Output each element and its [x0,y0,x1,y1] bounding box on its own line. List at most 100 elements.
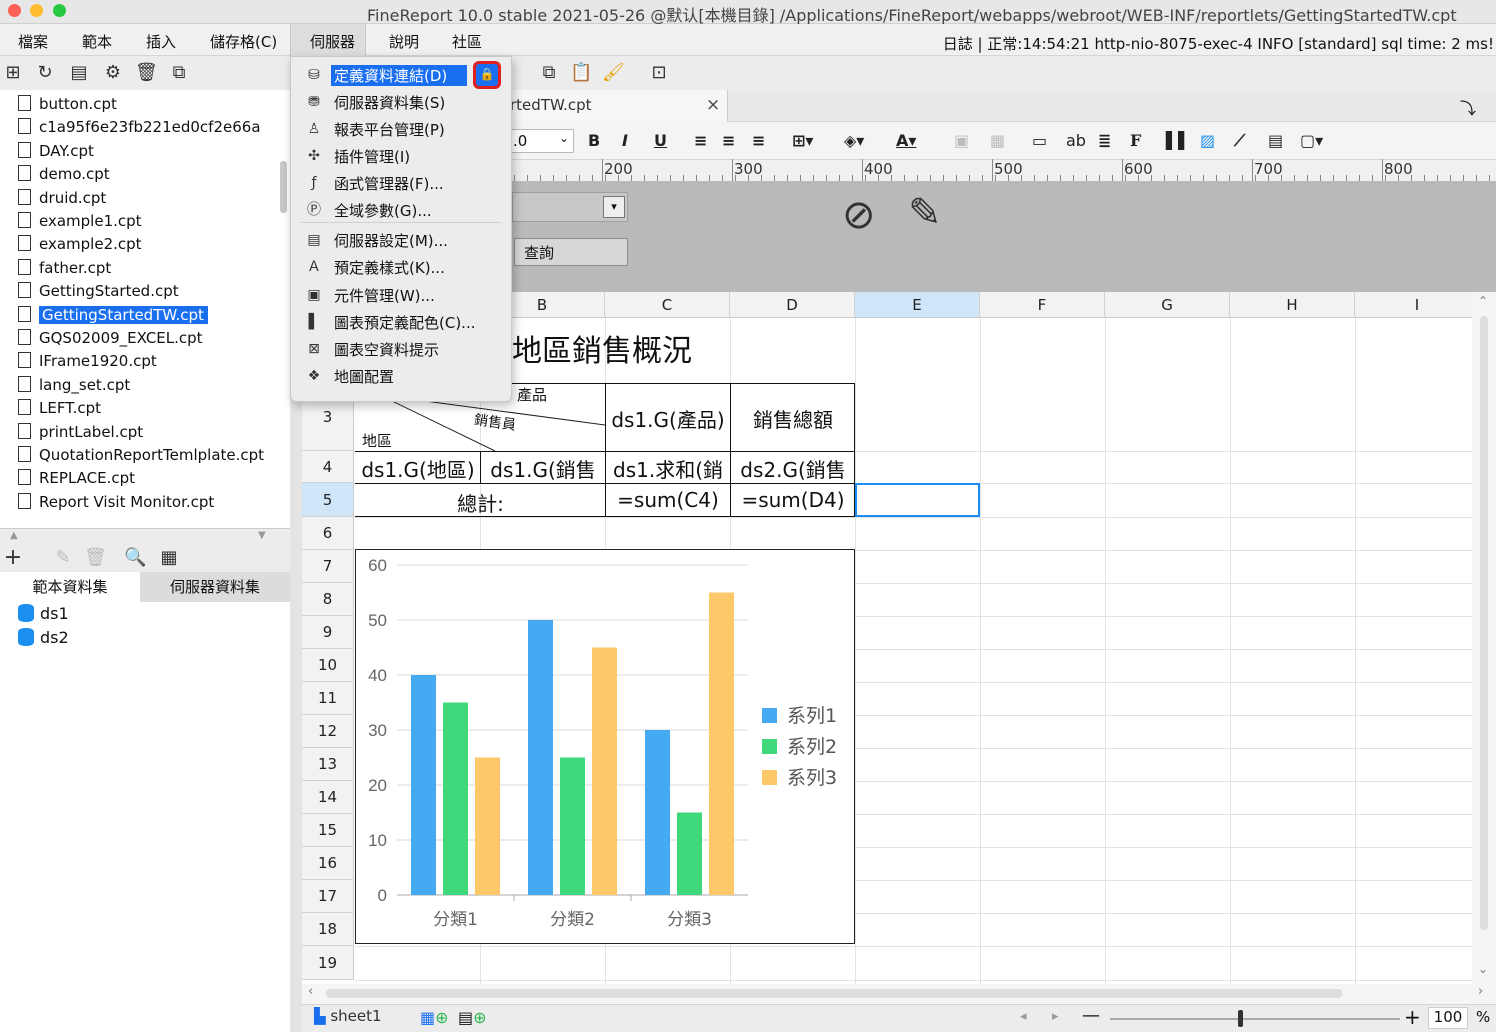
vertical-scrollbar[interactable]: ⌃ ⌄ [1472,292,1496,984]
selected-cell-e5[interactable] [855,483,980,517]
file-item[interactable]: printLabel.cpt [18,422,143,446]
zoom-in-icon[interactable]: + [1404,1005,1421,1029]
row-header[interactable]: 7 [302,550,354,583]
scroll-left-icon[interactable]: ‹ [308,984,313,999]
file-item[interactable]: druid.cpt [18,188,106,212]
parameter-combo[interactable]: ▾ [512,192,628,222]
font-color-icon[interactable]: A▾ [896,131,916,150]
align-left-icon[interactable]: ≡ [694,131,707,150]
file-item[interactable]: GQS02009_EXCEL.cpt [18,329,203,352]
cell-d4[interactable]: ds2.G(銷售 [731,454,855,482]
server-menu-item[interactable]: ⊠ 圖表空資料提示 [301,337,509,361]
row-header[interactable]: 9 [302,616,354,649]
dataset-item[interactable]: ds1 [18,604,69,623]
server-menu-item[interactable]: ƒ 函式管理器(F)... [301,171,509,195]
file-item[interactable]: c1a95f6e23fb221ed0cf2e66a [18,118,261,141]
scroll-down-icon[interactable]: ⌄ [1478,962,1488,976]
row-header[interactable]: 16 [302,847,354,880]
add-polysheet-icon[interactable]: ▤⊕ [458,1008,487,1027]
formula-icon[interactable]: F [1130,131,1141,150]
chart-icon[interactable]: ▌▌ [1166,131,1191,150]
report-title[interactable]: 地區銷售概況 [512,326,712,370]
bar[interactable] [411,675,436,895]
column-header[interactable]: H [1230,292,1355,318]
sheet-tab[interactable]: ▙ sheet1 [314,1007,382,1031]
cell-b4[interactable]: ds1.G(銷售 [481,454,605,482]
close-tab-icon[interactable]: × [706,95,720,115]
add-sheet-icon[interactable]: ▦⊕ [420,1008,449,1027]
server-menu-item[interactable]: Ａ 預定義樣式(K)... [301,255,509,279]
menu-cell[interactable]: 儲存格(C) [210,31,277,52]
bar[interactable] [443,702,468,896]
underline-button[interactable]: U [654,131,667,150]
insert-element-icon[interactable]: ▢▾ [1300,131,1323,150]
file-item[interactable]: DAY.cpt [18,141,94,165]
minimize-window-button[interactable] [30,4,43,17]
column-header[interactable]: G [1105,292,1230,318]
server-menu-item[interactable]: ▤ 伺服器設定(M)... [301,228,509,252]
file-item[interactable]: GettingStartedTW.cpt [18,305,208,329]
zoom-slider[interactable] [1110,1018,1400,1020]
scroll-right-icon[interactable]: › [1478,984,1483,999]
zoom-input[interactable]: 100 [1428,1007,1468,1029]
font-size-select[interactable]: .0 ⌄ [510,129,574,153]
slash-icon[interactable]: ⟋ [1234,131,1245,151]
cell-c4[interactable]: ds1.求和(銷 [606,454,730,482]
text-icon[interactable]: ab [1066,131,1086,150]
cell-c3[interactable]: ds1.G(產品) [606,404,730,432]
hide-eye-icon[interactable]: ⊘ [842,192,876,238]
refresh-icon[interactable]: ↻ [34,62,56,84]
file-item[interactable]: lang_set.cpt [18,375,130,399]
query-button[interactable]: 查詢 [514,238,628,266]
menu-file[interactable]: 檔案 [18,31,48,52]
row-header[interactable]: 14 [302,781,354,814]
new-folder-icon[interactable]: ⊞ [2,62,24,84]
lock-icon[interactable]: 🔒 [473,61,501,89]
bar[interactable] [677,812,702,896]
zoom-out-icon[interactable]: — [1082,1005,1100,1026]
cell-c5[interactable]: =sum(C4) [606,488,730,516]
file-list-scrollbar[interactable] [280,161,287,213]
settings-icon[interactable]: ⚙ [102,62,124,84]
file-item[interactable]: LEFT.cpt [18,399,101,422]
server-menu-item[interactable]: Ⓟ 全域參數(G)... [301,198,509,222]
row-header[interactable]: 10 [302,649,354,682]
legend-label[interactable]: 系列3 [787,767,837,789]
paste-icon[interactable]: 📋 [570,62,592,84]
file-item[interactable]: GettingStarted.cpt [18,282,179,305]
file-item[interactable]: example1.cpt [18,212,142,235]
row-header[interactable]: 17 [302,880,354,913]
pane-splitter[interactable]: ▲ ▼ [0,528,290,544]
vertical-scroll-thumb[interactable] [1480,316,1488,930]
preview-report-icon[interactable]: ⊡ [648,62,670,84]
delete-icon[interactable]: 🗑 [135,62,158,84]
row-header[interactable]: 6 [302,517,354,550]
bar[interactable] [475,757,500,896]
server-menu-item[interactable]: ❖ 地圖配置 [301,364,509,388]
copy-icon[interactable]: ⧉ [538,62,560,84]
column-header[interactable]: C [605,292,730,318]
horizontal-scroll-thumb[interactable] [326,989,1342,998]
unmerge-cells-icon[interactable]: ▦ [990,131,1005,150]
row-header[interactable]: 5 [302,483,354,517]
column-header[interactable]: I [1355,292,1472,318]
format-painter-icon[interactable]: 🖌 [602,62,625,84]
menu-community[interactable]: 社區 [452,31,482,52]
tab-server-dataset[interactable]: 伺服器資料集 [140,572,290,602]
server-menu-item[interactable]: ♙ 報表平台管理(P) [301,117,509,141]
dataset-item[interactable]: ds2 [18,628,69,647]
menu-help[interactable]: 說明 [389,31,419,52]
file-item[interactable]: Report Visit Monitor.cpt [18,492,214,516]
bar-chart[interactable]: 0 10 20 30 40 50 60 分類1 分類2 分類3 系列1 系列2 系列3 [355,549,855,944]
server-menu-item[interactable]: ⛁ 定義資料連結(D) 🔒 [301,61,509,89]
copy-icon[interactable]: ⧉ [168,62,190,84]
rich-text-icon[interactable]: ≣ [1098,131,1111,150]
row-header[interactable]: 4 [302,451,354,483]
cell-a4[interactable]: ds1.G(地區) [356,454,480,482]
horizontal-scrollbar[interactable]: ‹ › [302,984,1496,1004]
file-item[interactable]: QuotationReportTemlplate.cpt [18,446,264,469]
server-menu-item[interactable]: ▌ 圖表預定義配色(C)... [301,310,509,334]
combo-dropdown-icon[interactable]: ▾ [603,196,625,218]
tab-menu-icon[interactable]: ⤵ [1460,95,1476,119]
bar[interactable] [709,592,734,896]
